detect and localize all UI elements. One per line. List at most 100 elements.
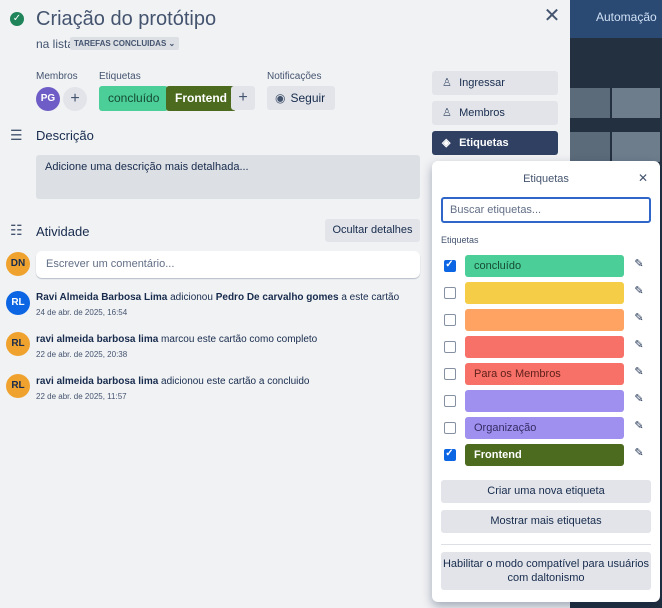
activity-action: marcou este cartão como completo <box>158 334 318 345</box>
avatar[interactable]: RL <box>6 291 30 315</box>
label-chip[interactable] <box>465 282 624 304</box>
plus-icon: + <box>70 90 80 107</box>
label-row: ✎ <box>432 309 660 333</box>
label-chip-frontend[interactable]: Frontend <box>166 86 236 111</box>
card-thumbnail <box>612 88 660 118</box>
labels-label: Etiquetas <box>99 71 141 82</box>
activity-timestamp[interactable]: 22 de abr. de 2025, 20:38 <box>36 350 127 359</box>
card-title[interactable]: Criação do protótipo <box>36 8 216 31</box>
person-icon: ♙ <box>442 107 452 119</box>
close-icon[interactable]: ✕ <box>636 171 650 185</box>
label-chip[interactable]: concluído <box>465 255 624 277</box>
label-checkbox[interactable] <box>444 422 456 434</box>
label-checkbox[interactable] <box>444 448 456 461</box>
label-checkbox[interactable] <box>444 314 456 326</box>
activity-timestamp[interactable]: 24 de abr. de 2025, 16:54 <box>36 308 127 317</box>
card-thumbnail <box>612 132 660 162</box>
activity-action: adicionou este cartão a concluido <box>158 376 310 387</box>
activity-timestamp[interactable]: 22 de abr. de 2025, 11:57 <box>36 392 127 401</box>
hide-details-button[interactable]: Ocultar detalhes <box>325 219 420 242</box>
label-row: Frontend ✎ <box>432 444 660 468</box>
colorblind-mode-button[interactable]: Habilitar o modo compatível para usuário… <box>441 552 651 590</box>
create-label-button[interactable]: Criar uma nova etiqueta <box>441 480 651 503</box>
label-chip[interactable]: Frontend <box>465 444 624 466</box>
activity-user[interactable]: ravi almeida barbosa lima <box>36 334 158 345</box>
pencil-icon[interactable]: ✎ <box>632 419 646 433</box>
activity-user[interactable]: ravi almeida barbosa lima <box>36 376 158 387</box>
close-icon[interactable]: ✕ <box>542 6 562 26</box>
activity-item-text: ravi almeida barbosa lima marcou este ca… <box>36 334 317 345</box>
pencil-icon[interactable]: ✎ <box>632 311 646 325</box>
follow-label: Seguir <box>290 91 326 105</box>
popover-title: Etiquetas <box>523 173 569 185</box>
activity-icon: ☷ <box>10 222 23 238</box>
tag-icon: ◈ <box>442 137 451 149</box>
label-search-input[interactable]: Buscar etiquetas... <box>441 197 651 223</box>
label-row: ✎ <box>432 282 660 306</box>
label-checkbox[interactable] <box>444 341 456 353</box>
activity-user[interactable]: Ravi Almeida Barbosa Lima <box>36 292 167 303</box>
avatar[interactable]: RL <box>6 374 30 398</box>
activity-title: Atividade <box>36 224 90 239</box>
label-checkbox[interactable] <box>444 287 456 299</box>
pencil-icon[interactable]: ✎ <box>632 446 646 460</box>
add-member-button[interactable]: + <box>63 87 87 111</box>
list-name-badge[interactable]: TAREFAS CONCLUIDAS ⌄ <box>70 37 180 50</box>
members-label: Membros <box>36 71 78 82</box>
notifications-label: Notificações <box>267 71 322 82</box>
follow-button[interactable]: ◉ Seguir <box>267 86 336 110</box>
plus-icon: + <box>238 89 248 106</box>
description-icon: ☰ <box>10 127 23 143</box>
activity-action: adicionou <box>167 292 216 303</box>
members-button-label: Membros <box>459 107 505 119</box>
comment-input[interactable]: Escrever um comentário... <box>36 251 420 278</box>
label-checkbox[interactable] <box>444 259 456 272</box>
pencil-icon[interactable]: ✎ <box>632 284 646 298</box>
activity-target[interactable]: Pedro De carvalho gomes <box>216 292 339 303</box>
activity-item-text: Ravi Almeida Barbosa Lima adicionou Pedr… <box>36 292 399 303</box>
activity-item-text: ravi almeida barbosa lima adicionou este… <box>36 376 310 387</box>
eye-icon: ◉ <box>275 91 286 105</box>
pencil-icon[interactable]: ✎ <box>632 365 646 379</box>
pencil-icon[interactable]: ✎ <box>632 338 646 352</box>
label-row: concluído ✎ <box>432 255 660 279</box>
add-label-button[interactable]: + <box>231 86 255 110</box>
avatar: DN <box>6 252 30 276</box>
join-button[interactable]: ♙ Ingressar <box>432 71 558 95</box>
avatar[interactable]: RL <box>6 332 30 356</box>
activity-tail: a este cartão <box>338 292 400 303</box>
members-button[interactable]: ♙ Membros <box>432 101 558 125</box>
chevron-down-icon: ⌄ <box>168 39 176 48</box>
label-row: ✎ <box>432 336 660 360</box>
card-thumbnail <box>568 88 610 118</box>
avatar[interactable]: PG <box>36 87 60 111</box>
label-chip[interactable] <box>465 390 624 412</box>
list-name-text: TAREFAS CONCLUIDAS <box>74 39 167 48</box>
label-row: ✎ <box>432 390 660 414</box>
card-thumbnail <box>568 132 610 162</box>
label-checkbox[interactable] <box>444 368 456 380</box>
label-row: Para os Membros ✎ <box>432 363 660 387</box>
divider <box>441 544 651 545</box>
label-row: Organização ✎ <box>432 417 660 441</box>
description-input[interactable]: Adicione uma descrição mais detalhada... <box>36 155 420 199</box>
complete-check-icon[interactable]: ✓ <box>10 12 24 26</box>
pencil-icon[interactable]: ✎ <box>632 392 646 406</box>
labels-button[interactable]: ◈ Etiquetas <box>432 131 558 155</box>
labels-section-label: Etiquetas <box>441 235 479 245</box>
label-checkbox[interactable] <box>444 395 456 407</box>
label-chip[interactable] <box>465 336 624 358</box>
labels-popover: Etiquetas ✕ Buscar etiquetas... Etiqueta… <box>432 161 660 602</box>
label-chip-concluido[interactable]: concluído <box>99 86 169 111</box>
pencil-icon[interactable]: ✎ <box>632 257 646 271</box>
label-chip[interactable] <box>465 309 624 331</box>
labels-button-label: Etiquetas <box>459 137 509 149</box>
in-list-label: na lista <box>36 37 75 51</box>
automation-button[interactable]: Automação <box>596 10 657 24</box>
description-title: Descrição <box>36 128 94 143</box>
join-label: Ingressar <box>459 77 505 89</box>
label-chip[interactable]: Para os Membros <box>465 363 624 385</box>
label-chip[interactable]: Organização <box>465 417 624 439</box>
person-icon: ♙ <box>442 77 452 89</box>
show-more-labels-button[interactable]: Mostrar mais etiquetas <box>441 510 651 533</box>
